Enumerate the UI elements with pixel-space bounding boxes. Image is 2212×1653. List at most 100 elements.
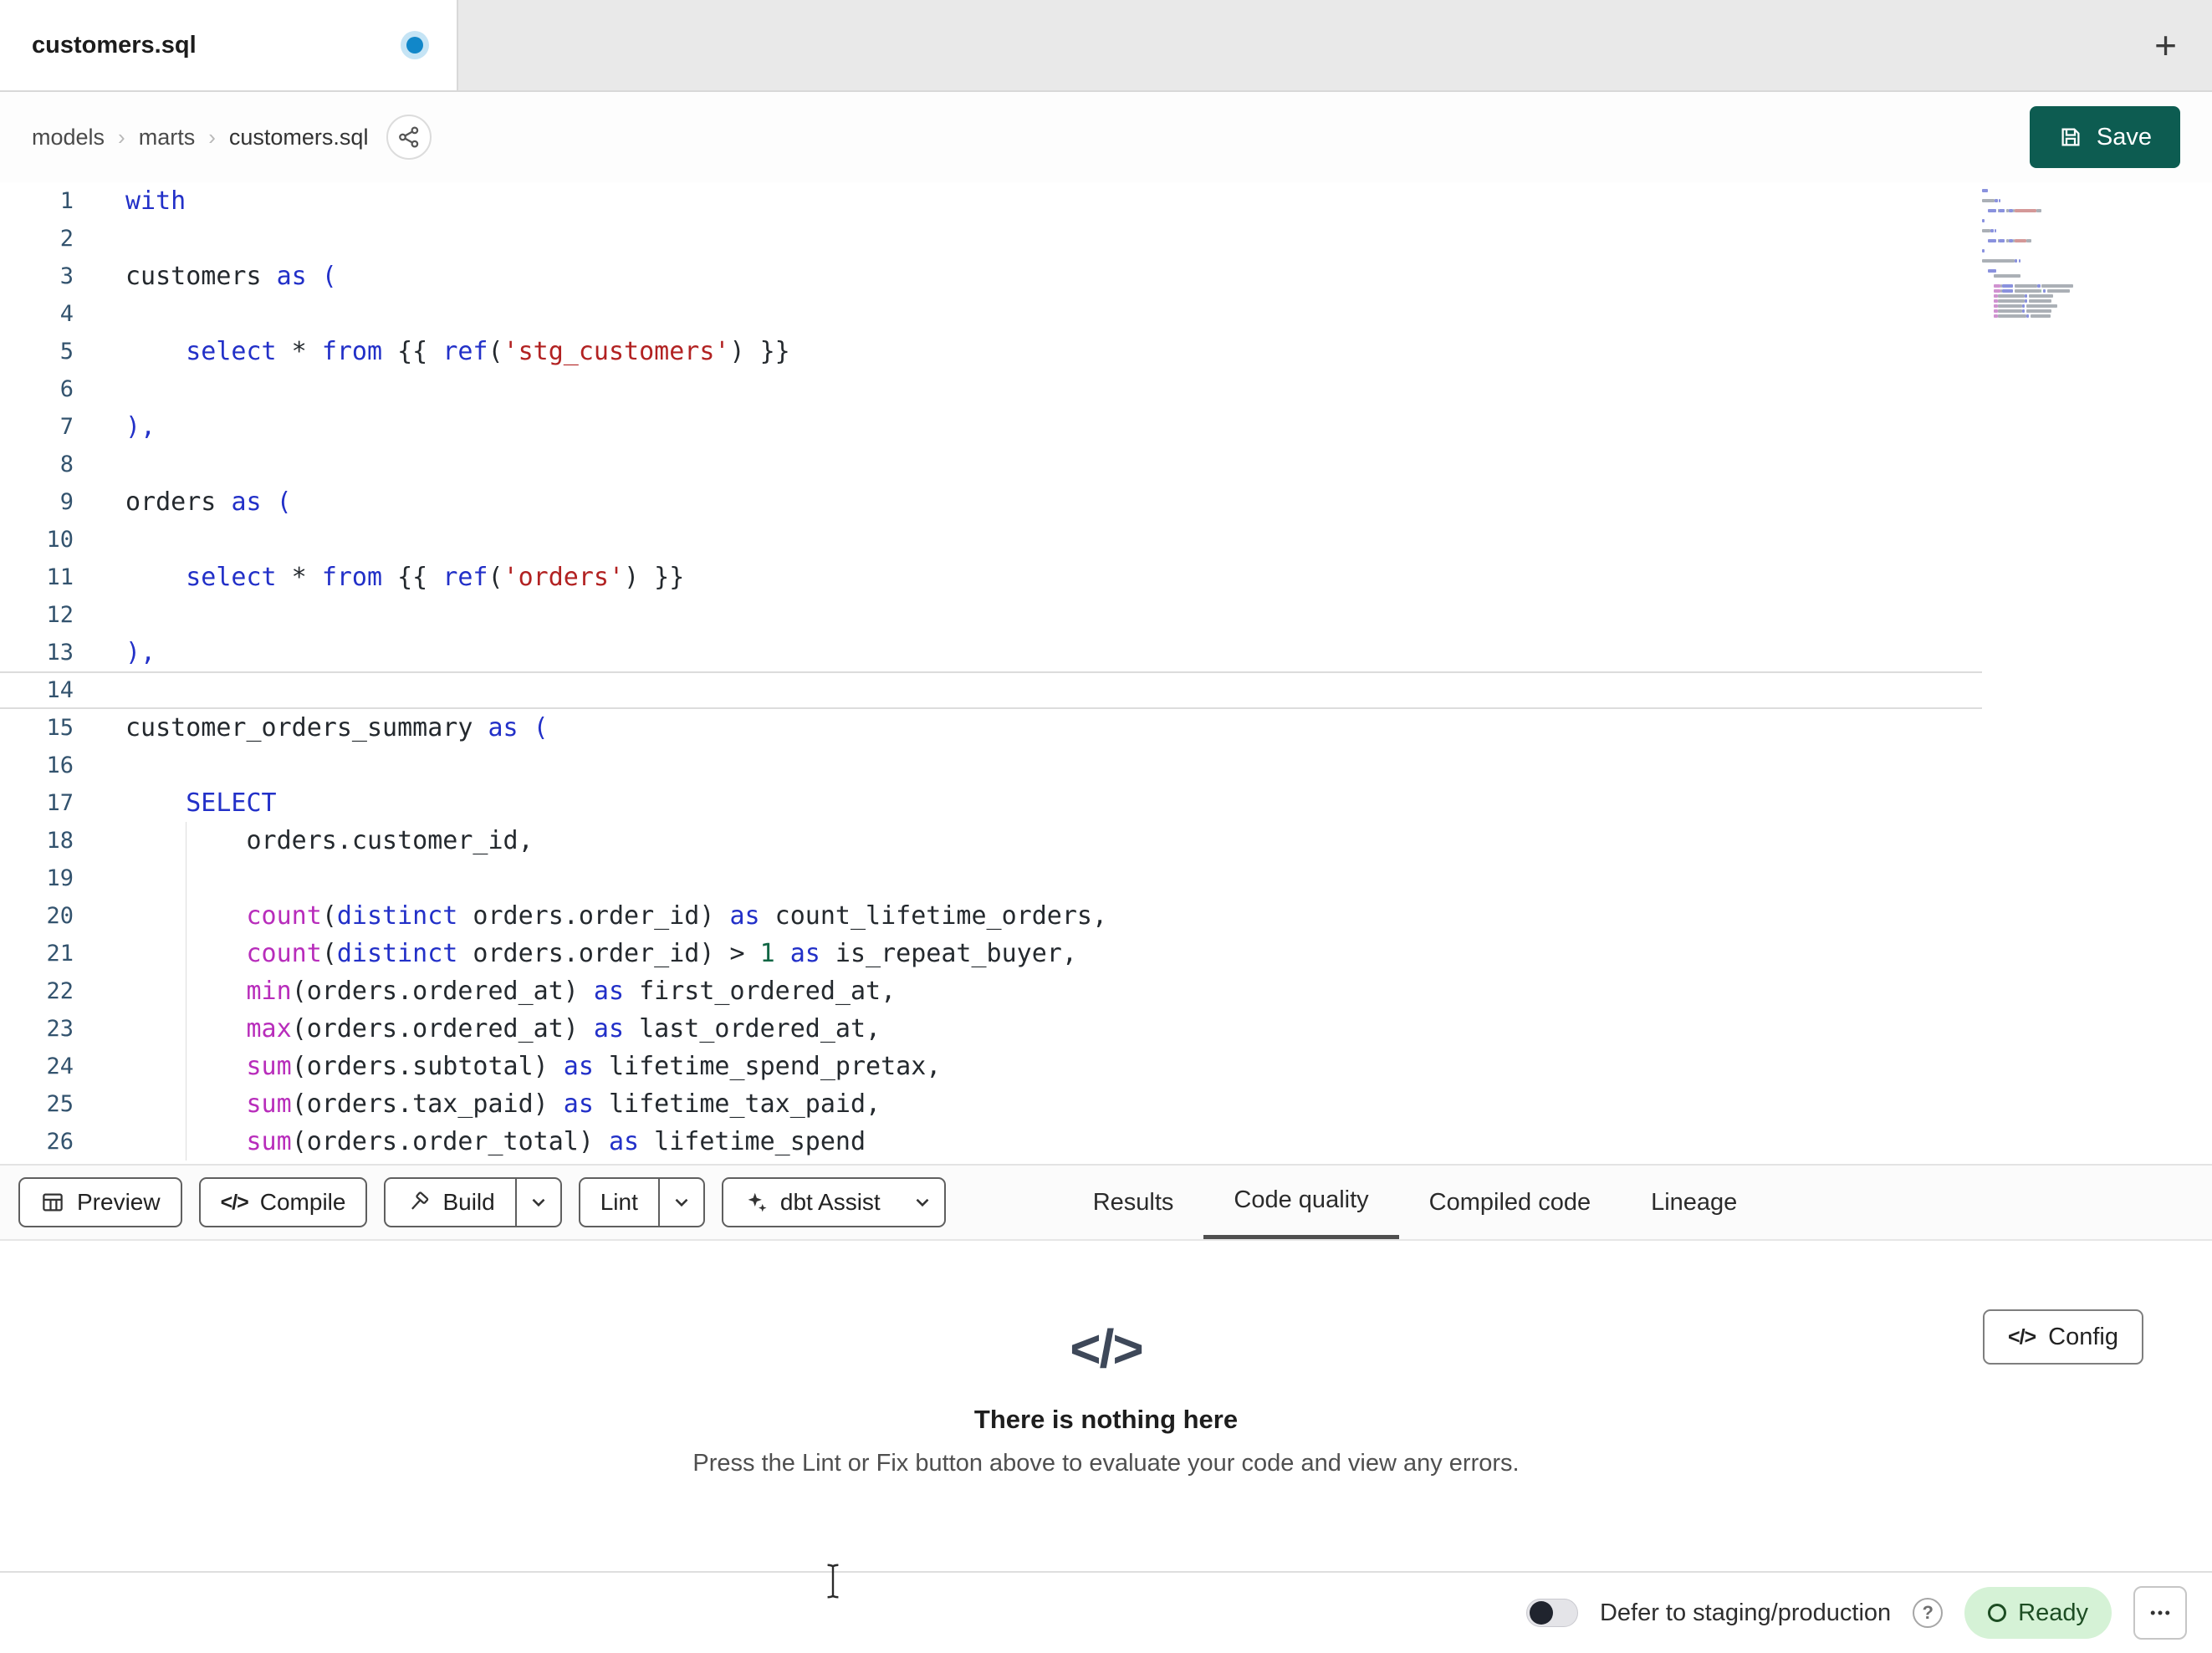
code-line-24[interactable]: 24 sum(orders.subtotal) as lifetime_spen… bbox=[0, 1048, 1982, 1085]
line-number: 9 bbox=[59, 489, 74, 515]
compile-button[interactable]: </> Compile bbox=[198, 1177, 368, 1227]
code-token: ( bbox=[321, 901, 337, 931]
minimap-line bbox=[1982, 269, 2107, 273]
code-token: {{ bbox=[382, 563, 443, 592]
code-line-20[interactable]: 20 count(distinct orders.order_id) as co… bbox=[0, 897, 1982, 935]
table-icon bbox=[40, 1190, 65, 1215]
code-token: ( bbox=[306, 262, 337, 291]
tab-results[interactable]: Results bbox=[1063, 1166, 1204, 1239]
code-line-7[interactable]: 7), bbox=[0, 408, 1982, 446]
line-number: 13 bbox=[46, 640, 74, 666]
minimap-line bbox=[1982, 254, 2107, 258]
config-button[interactable]: </> Config bbox=[1983, 1309, 2143, 1365]
code-token: as bbox=[276, 262, 307, 291]
code-line-8[interactable]: 8 bbox=[0, 446, 1982, 483]
code-line-21[interactable]: 21 count(distinct orders.order_id) > 1 a… bbox=[0, 935, 1982, 972]
line-number: 12 bbox=[46, 602, 74, 628]
lineage-button[interactable] bbox=[386, 115, 432, 160]
breadcrumb-item-models[interactable]: models bbox=[32, 125, 105, 151]
code-token: last_ordered_at, bbox=[624, 1014, 881, 1043]
code-line-13[interactable]: 13), bbox=[0, 634, 1982, 671]
code-line-19[interactable]: 19 bbox=[0, 860, 1982, 897]
code-line-12[interactable]: 12 bbox=[0, 596, 1982, 634]
line-content bbox=[74, 446, 125, 483]
code-line-6[interactable]: 6 bbox=[0, 370, 1982, 408]
line-number: 19 bbox=[46, 865, 74, 891]
lint-dropdown[interactable] bbox=[657, 1179, 703, 1226]
code-line-4[interactable]: 4 bbox=[0, 295, 1982, 333]
code-icon-large: </> bbox=[1070, 1319, 1144, 1379]
tab-compiled-code[interactable]: Compiled code bbox=[1399, 1166, 1621, 1239]
code-line-5[interactable]: 5 select * from {{ ref('stg_customers') … bbox=[0, 333, 1982, 370]
code-token: select bbox=[186, 563, 277, 592]
code-line-15[interactable]: 15 customer_orders_summary as ( bbox=[0, 709, 1982, 747]
line-content: ), bbox=[74, 634, 156, 671]
dbt-assist-button[interactable]: dbt Assist bbox=[721, 1177, 946, 1227]
minimap-line bbox=[1982, 294, 2107, 298]
code-line-18[interactable]: 18 orders.customer_id, bbox=[0, 822, 1982, 860]
code-line-10[interactable]: 10 bbox=[0, 521, 1982, 559]
minimap-line bbox=[1982, 264, 2107, 268]
code-token: as bbox=[488, 713, 519, 742]
line-content: min(orders.ordered_at) as first_ordered_… bbox=[74, 972, 897, 1010]
status-badge-ready[interactable]: Ready bbox=[1964, 1587, 2112, 1639]
code-line-23[interactable]: 23 max(orders.ordered_at) as last_ordere… bbox=[0, 1010, 1982, 1048]
line-content bbox=[74, 596, 125, 634]
breadcrumb-item-marts[interactable]: marts bbox=[139, 125, 196, 151]
code-line-22[interactable]: 22 min(orders.ordered_at) as first_order… bbox=[0, 972, 1982, 1010]
tab-code-quality[interactable]: Code quality bbox=[1203, 1166, 1399, 1239]
new-tab-button[interactable]: + bbox=[2154, 26, 2177, 64]
code-line-16[interactable]: 16 bbox=[0, 747, 1982, 784]
code-token: (orders.ordered_at) bbox=[291, 1014, 594, 1043]
code-token: lifetime_tax_paid, bbox=[593, 1089, 881, 1119]
code-line-11[interactable]: 11 select * from {{ ref('orders') }} bbox=[0, 559, 1982, 596]
minimap-line bbox=[1982, 219, 2107, 222]
code-line-9[interactable]: 9 orders as ( bbox=[0, 483, 1982, 521]
code-editor[interactable]: 1 with 2 3 customers as (4 5 select * from {{… bbox=[0, 182, 2212, 1164]
more-menu-button[interactable] bbox=[2133, 1586, 2187, 1640]
code-line-1[interactable]: 1 with bbox=[0, 182, 1982, 220]
minimap-line bbox=[1982, 199, 2107, 202]
code-token: ( bbox=[488, 337, 503, 366]
code-line-14[interactable]: 14 bbox=[0, 671, 1982, 709]
code-token: customers bbox=[125, 262, 277, 291]
code-token: select bbox=[186, 337, 277, 366]
code-token: from bbox=[321, 337, 383, 366]
line-content: count(distinct orders.order_id) > 1 as i… bbox=[74, 935, 1077, 972]
code-token: customer_orders_summary bbox=[125, 713, 488, 742]
build-button[interactable]: Build bbox=[384, 1177, 562, 1227]
minimap[interactable] bbox=[1982, 189, 2107, 319]
code-token: with bbox=[125, 186, 186, 216]
line-number: 15 bbox=[46, 715, 74, 741]
preview-button[interactable]: Preview bbox=[18, 1177, 182, 1227]
code-token: orders.order_id) > bbox=[457, 939, 760, 968]
save-button[interactable]: Save bbox=[2029, 106, 2180, 168]
minimap-line bbox=[1982, 189, 2107, 192]
code-line-3[interactable]: 3 customers as ( bbox=[0, 258, 1982, 295]
line-content: sum(orders.subtotal) as lifetime_spend_p… bbox=[74, 1048, 942, 1085]
code-token: min bbox=[246, 977, 292, 1006]
tab-lineage[interactable]: Lineage bbox=[1621, 1166, 1767, 1239]
line-content: select * from {{ ref('orders') }} bbox=[74, 559, 684, 596]
lint-button[interactable]: Lint bbox=[578, 1177, 705, 1227]
build-dropdown[interactable] bbox=[514, 1179, 560, 1226]
code-line-17[interactable]: 17 SELECT bbox=[0, 784, 1982, 822]
code-token: distinct bbox=[336, 901, 458, 931]
help-icon[interactable]: ? bbox=[1913, 1598, 1944, 1628]
ide-window: customers.sql + models › marts › customers.s… bbox=[0, 0, 2212, 1653]
code-token: from bbox=[321, 563, 383, 592]
defer-toggle[interactable] bbox=[1525, 1599, 1578, 1627]
breadcrumb: models › marts › customers.sql bbox=[32, 125, 368, 151]
tab-customers-sql[interactable]: customers.sql bbox=[0, 0, 458, 90]
code-token: as bbox=[231, 487, 262, 517]
code-token: * bbox=[276, 337, 322, 366]
line-number: 25 bbox=[46, 1091, 74, 1117]
breadcrumb-item-customers-sql[interactable]: customers.sql bbox=[229, 125, 369, 151]
code-line-2[interactable]: 2 bbox=[0, 220, 1982, 258]
code-line-26[interactable]: 26 sum(orders.order_total) as lifetime_s… bbox=[0, 1123, 1982, 1161]
code-token: as bbox=[608, 1127, 640, 1156]
code-token: ), bbox=[125, 638, 156, 667]
dbt-assist-dropdown[interactable] bbox=[901, 1179, 944, 1226]
code-line-25[interactable]: 25 sum(orders.tax_paid) as lifetime_tax_… bbox=[0, 1085, 1982, 1123]
